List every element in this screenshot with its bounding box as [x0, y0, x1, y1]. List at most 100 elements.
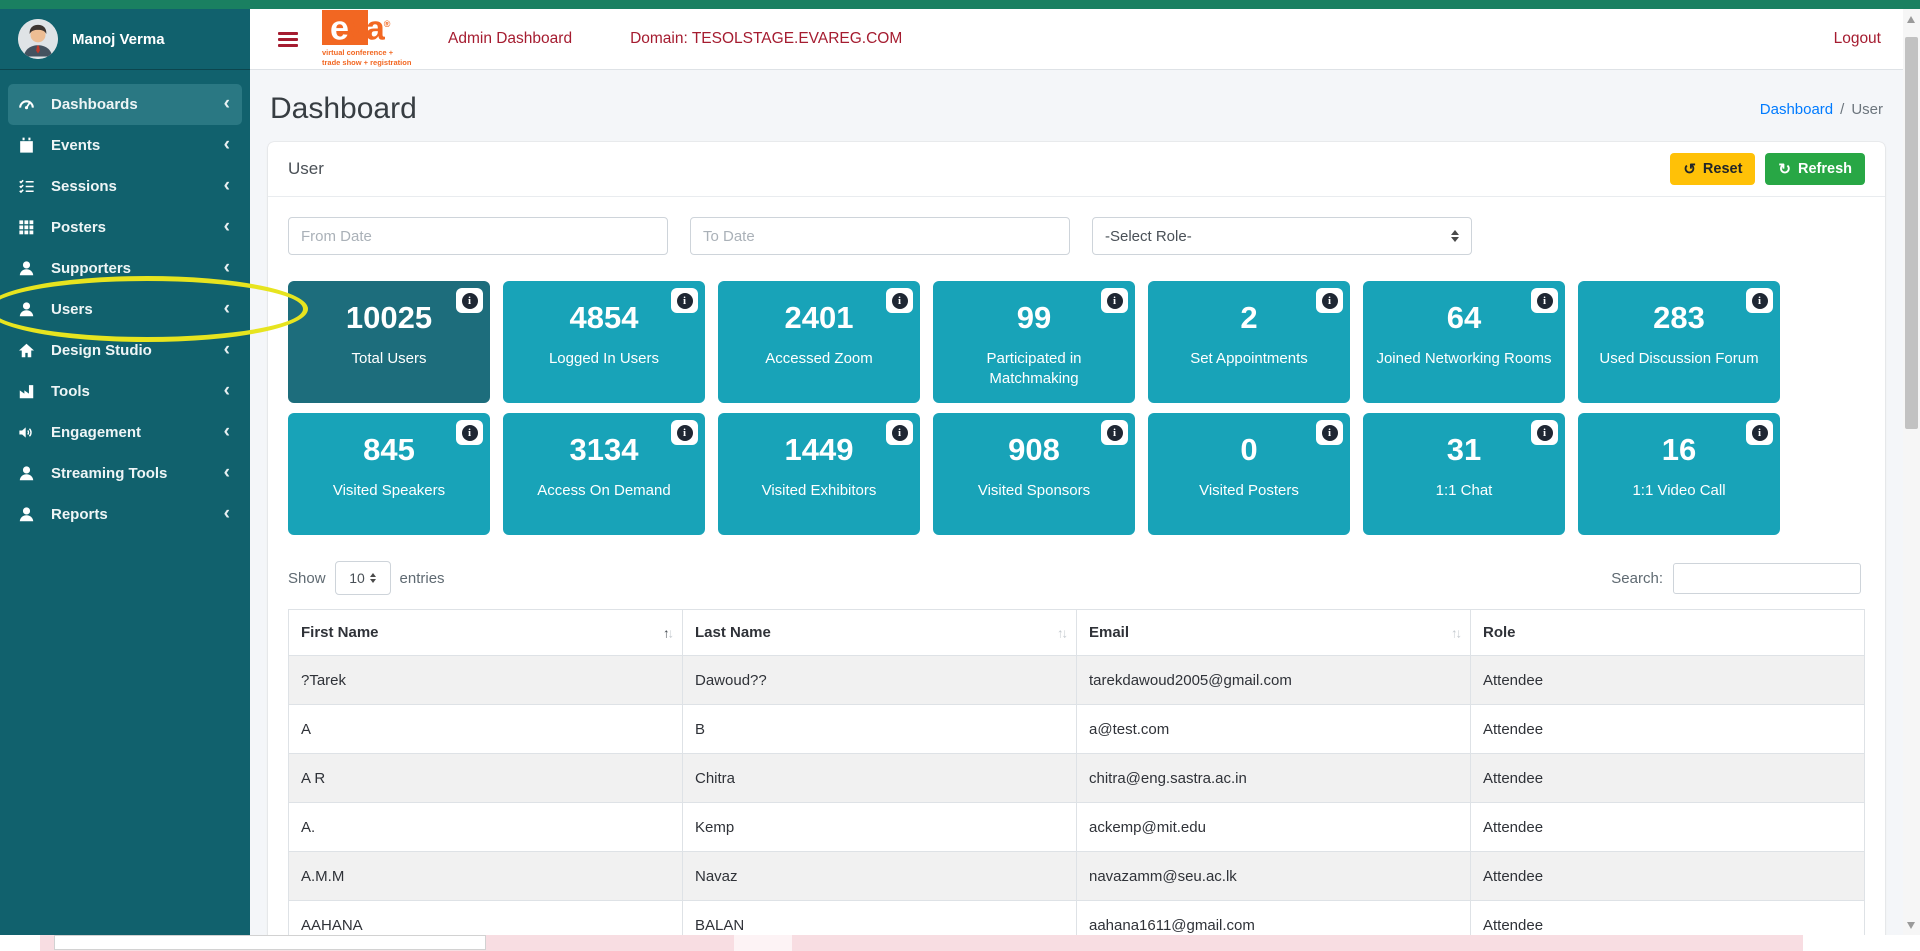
find-input[interactable]: [54, 935, 486, 950]
info-icon[interactable]: i: [671, 420, 698, 445]
eva-logo[interactable]: eva® virtual conference + trade show + r…: [322, 10, 426, 68]
to-date-input[interactable]: [690, 217, 1070, 255]
chevron-left-icon: ‹: [223, 93, 230, 114]
cell-first-name: ?Tarek: [288, 655, 683, 705]
info-icon[interactable]: i: [1531, 288, 1558, 313]
scroll-up-arrow-icon[interactable]: [1907, 16, 1915, 23]
scroll-down-arrow-icon[interactable]: [1907, 922, 1915, 929]
page-title: Dashboard: [270, 92, 417, 125]
sidebar-item-label: Streaming Tools: [51, 465, 168, 482]
chevron-left-icon: ‹: [223, 257, 230, 278]
stat-label: Total Users: [351, 350, 427, 367]
sort-icon: ↑↓: [663, 625, 674, 640]
stat-label: Visited Sponsors: [977, 482, 1091, 499]
breadcrumb-dashboard-link[interactable]: Dashboard: [1760, 101, 1833, 118]
info-icon[interactable]: i: [671, 288, 698, 313]
top-header: eva® virtual conference + trade show + r…: [250, 9, 1903, 70]
chevron-left-icon: ‹: [223, 175, 230, 196]
info-icon[interactable]: i: [1531, 420, 1558, 445]
main-content: Dashboard Dashboard / User User ↺ Reset ↻ Re…: [250, 70, 1903, 951]
user-icon: [17, 505, 36, 524]
from-date-input[interactable]: [288, 217, 668, 255]
sidebar-item-supporters[interactable]: Supporters ‹: [8, 248, 242, 289]
show-label: Show: [288, 569, 326, 587]
cell-last-name: Navaz: [682, 851, 1077, 901]
table-row: A B a@test.com Attendee: [288, 704, 1865, 754]
breadcrumb-separator: /: [1840, 100, 1845, 118]
info-icon[interactable]: i: [1101, 420, 1128, 445]
logout-link[interactable]: Logout: [1834, 30, 1881, 48]
cell-last-name: Chitra: [682, 753, 1077, 803]
info-icon[interactable]: i: [1746, 420, 1773, 445]
sidebar-item-streaming-tools[interactable]: Streaming Tools ‹: [8, 453, 242, 494]
cell-role: Attendee: [1470, 753, 1865, 803]
vertical-scrollbar[interactable]: [1903, 9, 1920, 951]
sidebar-nav: Dashboards ‹ Events ‹ Sessions ‹ Posters…: [0, 70, 250, 535]
role-select-value: -Select Role-: [1105, 227, 1192, 245]
stat-label: 1:1 Video Call: [1632, 482, 1726, 499]
user-icon: [17, 300, 36, 319]
cell-email: tarekdawoud2005@gmail.com: [1076, 655, 1471, 705]
cell-last-name: Dawoud??: [682, 655, 1077, 705]
sidebar-user-panel: Manoj Verma: [0, 9, 250, 70]
column-header-last-name[interactable]: Last Name ↑↓: [682, 609, 1077, 656]
cell-first-name: A.M.M: [288, 851, 683, 901]
speaker-icon: [17, 423, 36, 442]
stat-card-total-users: i 10025 Total Users: [288, 281, 490, 403]
user-icon: [17, 464, 36, 483]
sidebar-item-events[interactable]: Events ‹: [8, 125, 242, 166]
column-header-email[interactable]: Email ↑↓: [1076, 609, 1471, 656]
column-header-first-name[interactable]: First Name ↑↓: [288, 609, 683, 656]
sidebar-item-design-studio[interactable]: Design Studio ‹: [8, 330, 242, 371]
info-icon[interactable]: i: [1746, 288, 1773, 313]
find-bar: [40, 935, 1803, 951]
sidebar-item-label: Users: [51, 301, 93, 318]
chevron-left-icon: ‹: [223, 216, 230, 237]
stat-card-networking-rooms: i 64 Joined Networking Rooms: [1363, 281, 1565, 403]
sidebar-item-label: Design Studio: [51, 342, 152, 359]
hamburger-menu-icon[interactable]: [278, 31, 298, 47]
refresh-button[interactable]: ↻ Refresh: [1765, 153, 1865, 185]
cell-last-name: B: [682, 704, 1077, 754]
sidebar-item-posters[interactable]: Posters ‹: [8, 207, 242, 248]
undo-icon: ↺: [1683, 161, 1696, 178]
cell-email: ackemp@mit.edu: [1076, 802, 1471, 852]
sidebar-item-tools[interactable]: Tools ‹: [8, 371, 242, 412]
sidebar-item-reports[interactable]: Reports ‹: [8, 494, 242, 535]
top-green-strip: [0, 0, 1920, 9]
sidebar-item-engagement[interactable]: Engagement ‹: [8, 412, 242, 453]
chevron-left-icon: ‹: [223, 421, 230, 442]
reset-button[interactable]: ↺ Reset: [1670, 153, 1756, 185]
info-icon[interactable]: i: [1101, 288, 1128, 313]
sidebar-item-sessions[interactable]: Sessions ‹: [8, 166, 242, 207]
sidebar-item-label: Supporters: [51, 260, 132, 277]
scrollbar-thumb[interactable]: [1905, 37, 1918, 429]
stat-card-1-1-chat: i 31 1:1 Chat: [1363, 413, 1565, 535]
page-length-select[interactable]: 10: [334, 561, 391, 595]
column-header-role[interactable]: Role: [1470, 609, 1865, 656]
sidebar-item-users[interactable]: Users ‹: [8, 289, 242, 330]
chevron-left-icon: ‹: [223, 134, 230, 155]
info-icon[interactable]: i: [1316, 420, 1343, 445]
sidebar-item-dashboards[interactable]: Dashboards ‹: [8, 84, 242, 125]
avatar[interactable]: [18, 19, 58, 59]
admin-dashboard-link[interactable]: Admin Dashboard: [448, 30, 572, 48]
chevron-left-icon: ‹: [223, 503, 230, 524]
info-icon[interactable]: i: [456, 288, 483, 313]
cell-role: Attendee: [1470, 655, 1865, 705]
role-select[interactable]: -Select Role-: [1092, 217, 1472, 255]
info-icon[interactable]: i: [456, 420, 483, 445]
info-icon[interactable]: i: [1316, 288, 1343, 313]
sidebar-item-label: Dashboards: [51, 96, 138, 113]
stat-card-access-on-demand: i 3134 Access On Demand: [503, 413, 705, 535]
industry-icon: [17, 382, 36, 401]
stat-card-accessed-zoom: i 2401 Accessed Zoom: [718, 281, 920, 403]
search-input[interactable]: [1673, 562, 1861, 594]
domain-label: Domain: TESOLSTAGE.EVAREG.COM: [630, 30, 903, 47]
stat-label: Visited Exhibitors: [761, 482, 877, 499]
stat-card-visited-posters: i 0 Visited Posters: [1148, 413, 1350, 535]
info-icon[interactable]: i: [886, 420, 913, 445]
home-icon: [17, 341, 36, 360]
stat-label: Joined Networking Rooms: [1376, 350, 1552, 367]
info-icon[interactable]: i: [886, 288, 913, 313]
